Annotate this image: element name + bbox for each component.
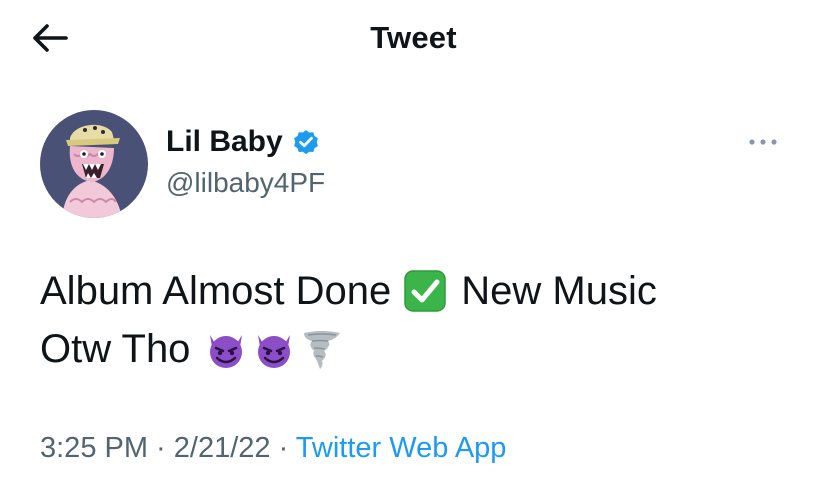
- meta-separator: ·: [270, 432, 296, 464]
- author-names: Lil Baby @lilbaby4PF: [166, 124, 325, 200]
- tweet-time[interactable]: 3:25 PM: [40, 432, 148, 464]
- tweet-author: Lil Baby @lilbaby4PF: [40, 110, 797, 220]
- tweet-source-link[interactable]: Twitter Web App: [296, 432, 507, 464]
- more-options-button[interactable]: [743, 130, 783, 154]
- verified-badge-icon: [293, 130, 318, 155]
- top-bar: Tweet: [0, 0, 827, 78]
- smiling-face-with-horns-icon: [210, 335, 243, 368]
- page-title: Tweet: [370, 20, 457, 55]
- tweet-text-segment: Otw Tho: [40, 327, 191, 371]
- check-mark-button-icon: [404, 270, 447, 312]
- ape-avatar-image: [40, 110, 148, 218]
- display-name[interactable]: Lil Baby: [166, 124, 283, 160]
- tweet-text-line-1: Album Almost Done New Music: [40, 262, 800, 320]
- more-dots-icon: [749, 139, 777, 145]
- tweet-text-line-2: Otw Tho: [40, 320, 800, 378]
- author-handle[interactable]: @lilbaby4PF: [166, 166, 325, 200]
- tweet-text-segment: Album Almost Done: [40, 269, 392, 313]
- tweet-text: Album Almost Done New Music Otw Tho: [40, 262, 800, 378]
- tweet-date[interactable]: 2/21/22: [174, 432, 271, 464]
- avatar[interactable]: [40, 110, 148, 218]
- tweet-detail-page: Tweet Lil Baby @lilbaby4PF Album Almost …: [0, 0, 827, 489]
- display-name-row: Lil Baby: [166, 124, 325, 160]
- tweet-meta: 3:25 PM · 2/21/22 · Twitter Web App: [40, 428, 506, 468]
- smiling-face-with-horns-icon: [258, 335, 291, 368]
- meta-separator: ·: [148, 432, 174, 464]
- tornado-icon: [304, 331, 341, 369]
- tweet-text-segment: New Music: [461, 269, 657, 313]
